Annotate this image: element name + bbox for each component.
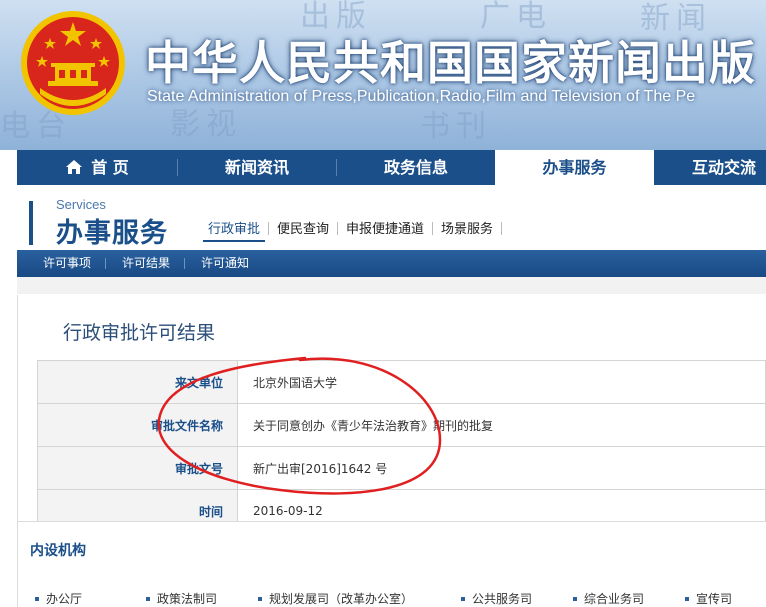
main-nav: 首 页 新闻资讯 政务信息 办事服务 互动交流 <box>17 150 766 185</box>
bullet-icon <box>461 597 465 601</box>
bullet-icon <box>258 597 262 601</box>
departments-title: 内设机构 <box>30 543 86 559</box>
approval-detail-table: 来文单位 北京外国语大学 审批文件名称 关于同意创办《青少年法治教育》期刊的批复… <box>37 360 766 533</box>
subnav-license-notices[interactable]: 许可通知 <box>201 250 249 277</box>
nav-home-label: 首 页 <box>91 158 129 177</box>
banner-calligraphy: 书刊 <box>420 109 492 144</box>
department-label: 宣传司 <box>696 592 733 606</box>
subtab-admin-approval[interactable]: 行政审批 <box>203 220 266 242</box>
row-label-sender: 来文单位 <box>37 360 238 404</box>
bullet-icon <box>35 597 39 601</box>
section-accent-bar <box>29 201 33 245</box>
department-label: 规划发展司（改革办公室） <box>269 592 414 606</box>
subnav-license-results[interactable]: 许可结果 <box>122 250 170 277</box>
department-link[interactable]: 公共服务司 <box>461 590 532 607</box>
nav-interaction[interactable]: 互动交流 <box>654 150 766 185</box>
nav-services[interactable]: 办事服务 <box>495 150 654 185</box>
services-subtabs: 行政审批 便民查询 申报便捷通道 场景服务 <box>203 218 505 242</box>
department-label: 公共服务司 <box>472 592 533 606</box>
site-title-english: State Administration of Press,Publicatio… <box>147 88 696 105</box>
subtab-fast-declaration[interactable]: 申报便捷通道 <box>341 220 429 240</box>
department-link[interactable]: 宣传司 <box>685 590 732 607</box>
row-value-document-number: 新广出审[2016]1642 号 <box>237 446 766 490</box>
nav-home[interactable]: 首 页 <box>17 150 177 185</box>
table-row: 审批文号 新广出审[2016]1642 号 <box>37 446 766 490</box>
section-title: 办事服务 <box>56 218 168 249</box>
table-row: 来文单位 北京外国语大学 <box>37 360 766 404</box>
header-banner: 出版 广电 新闻 影视 书刊 电台 中华人民共和国国家新闻出版 State Ad… <box>0 0 766 150</box>
subtab-divider <box>432 222 434 235</box>
page-title: 行政审批许可结果 <box>63 322 216 344</box>
row-label-document-number: 审批文号 <box>37 446 238 490</box>
bullet-icon <box>146 597 150 601</box>
sub-nav: 许可事项 许可结果 许可通知 <box>17 250 766 277</box>
department-label: 政策法制司 <box>157 592 218 606</box>
department-label: 办公厅 <box>46 592 83 606</box>
subtab-public-query[interactable]: 便民查询 <box>272 220 334 240</box>
bullet-icon <box>573 597 577 601</box>
nav-government-info[interactable]: 政务信息 <box>337 150 495 185</box>
row-value-sender: 北京外国语大学 <box>237 360 766 404</box>
department-label: 综合业务司 <box>584 592 645 606</box>
subtab-divider <box>337 222 339 235</box>
row-label-document-name: 审批文件名称 <box>37 403 238 447</box>
subnav-divider <box>184 258 185 269</box>
site-title: 中华人民共和国国家新闻出版 <box>145 36 756 90</box>
subnav-divider <box>105 258 106 269</box>
section-label-english: Services <box>56 197 106 212</box>
banner-calligraphy: 影视 <box>170 107 242 142</box>
bullet-icon <box>685 597 689 601</box>
national-emblem-icon <box>21 11 125 115</box>
department-link[interactable]: 政策法制司 <box>146 590 217 607</box>
table-row: 审批文件名称 关于同意创办《青少年法治教育》期刊的批复 <box>37 403 766 447</box>
department-link[interactable]: 规划发展司（改革办公室） <box>258 590 413 607</box>
department-link[interactable]: 办公厅 <box>35 590 82 607</box>
home-icon <box>66 160 83 174</box>
row-value-document-name: 关于同意创办《青少年法治教育》期刊的批复 <box>237 403 766 447</box>
subtab-divider <box>268 222 270 235</box>
nav-news[interactable]: 新闻资讯 <box>178 150 336 185</box>
subtab-divider <box>501 222 503 235</box>
subtab-scene-services[interactable]: 场景服务 <box>436 220 498 240</box>
subnav-spacer <box>17 277 766 294</box>
subnav-license-items[interactable]: 许可事项 <box>43 250 91 277</box>
department-link[interactable]: 综合业务司 <box>573 590 644 607</box>
